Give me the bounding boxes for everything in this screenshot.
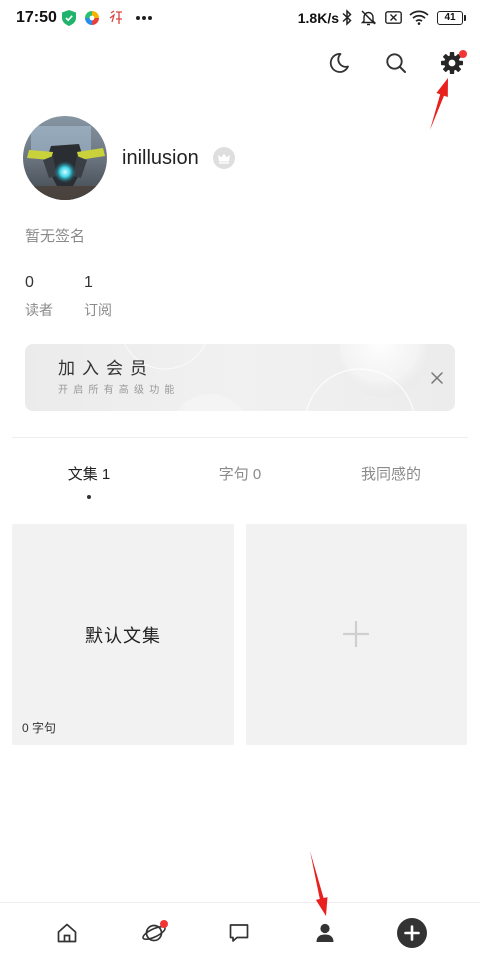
search-icon[interactable]: [383, 50, 409, 76]
bell-off-icon: [360, 10, 377, 26]
sim-off-icon: [385, 11, 402, 24]
tab-collections[interactable]: 文集 1: [14, 464, 164, 486]
profile-screen: 17:50 1.8K/s 41 inillusion 暂无签名 0 读者 1 订…: [0, 0, 480, 960]
tab-sentences[interactable]: 字句 0: [165, 464, 315, 486]
readers-count[interactable]: 0: [25, 273, 34, 293]
wifi-icon: [409, 10, 429, 25]
more-dots-icon: [136, 16, 152, 20]
section-divider: [12, 437, 468, 438]
tab-resonated[interactable]: 我同感的: [316, 464, 466, 486]
bluetooth-icon: [342, 9, 352, 26]
app-red-icon: [109, 10, 122, 24]
avatar[interactable]: [23, 116, 107, 200]
subscriptions-count[interactable]: 1: [84, 273, 93, 293]
collection-count: 0 字句: [22, 721, 57, 735]
person-icon: [316, 923, 334, 942]
network-speed: 1.8K/s: [297, 10, 339, 26]
collection-title: 默认文集: [85, 625, 161, 647]
status-time: 17:50: [16, 9, 57, 26]
membership-banner[interactable]: 加入会员 开启所有高级功能: [25, 344, 455, 411]
status-bar: 17:50 1.8K/s 41: [0, 0, 480, 36]
membership-crown-badge[interactable]: [213, 147, 235, 169]
avatar-image: [23, 116, 107, 200]
add-circle-icon: [397, 918, 427, 948]
home-icon: [57, 923, 77, 943]
discover-notification-dot: [160, 920, 168, 928]
add-collection-card[interactable]: [246, 524, 467, 745]
app-colorful-icon: [85, 11, 99, 25]
battery-tip: [464, 15, 466, 21]
battery-level: 41: [444, 12, 456, 23]
nav-profile[interactable]: [309, 917, 341, 949]
settings-notification-dot: [459, 50, 467, 58]
nav-home[interactable]: [51, 917, 83, 949]
username: inillusion: [122, 147, 199, 169]
crown-icon: [218, 153, 230, 164]
nav-messages[interactable]: [223, 917, 255, 949]
subscriptions-label[interactable]: 订阅: [84, 300, 112, 320]
collection-card[interactable]: 默认文集 0 字句: [12, 524, 234, 745]
shield-icon: [62, 10, 76, 26]
readers-label[interactable]: 读者: [25, 300, 53, 320]
membership-subtitle: 开启所有高级功能: [58, 385, 180, 396]
nav-create[interactable]: [396, 917, 428, 949]
annotation-arrow-settings: [430, 78, 448, 130]
active-tab-indicator: [87, 495, 91, 499]
membership-title: 加入会员: [58, 359, 154, 379]
profile-signature[interactable]: 暂无签名: [25, 227, 85, 247]
bottom-nav: [0, 902, 480, 960]
chat-icon: [229, 924, 249, 942]
moon-icon[interactable]: [326, 50, 352, 76]
close-icon[interactable]: [430, 371, 444, 385]
plus-icon: [343, 621, 369, 647]
